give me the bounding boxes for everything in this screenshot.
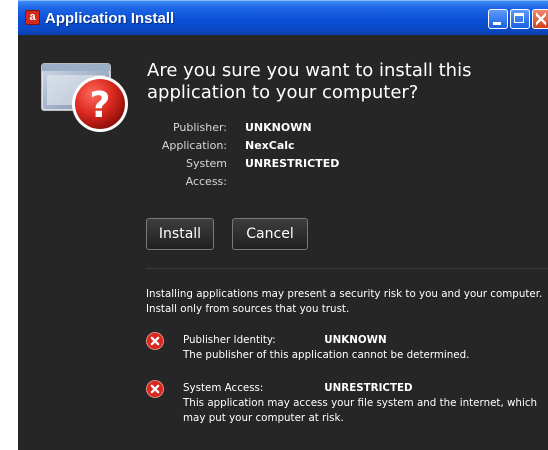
- risk-description: The publisher of this application cannot…: [183, 349, 470, 361]
- air-logo-icon: a: [25, 10, 40, 25]
- risk-label: System Access:: [183, 382, 264, 394]
- install-question-icon: ?: [41, 63, 128, 132]
- risk-heading: Publisher Identity: UNKNOWN: [183, 333, 387, 348]
- error-x-icon: [146, 380, 164, 398]
- detail-value: UNRESTRICTED: [245, 157, 340, 170]
- detail-label: Publisher:: [172, 121, 227, 134]
- maximize-button[interactable]: [510, 9, 530, 29]
- app-details: Publisher: UNKNOWN Application: NexCalc …: [143, 119, 340, 188]
- window-title: Application Install: [45, 10, 175, 27]
- detail-label: Application:: [161, 139, 227, 152]
- security-warning-text: Installing applications may present a se…: [146, 288, 543, 315]
- svg-text:?: ?: [90, 85, 111, 126]
- detail-value: UNKNOWN: [245, 121, 312, 134]
- minimize-button[interactable]: [488, 9, 508, 29]
- risk-value: UNRESTRICTED: [324, 382, 413, 394]
- detail-label: System Access:: [185, 157, 227, 188]
- risk-label: Publisher Identity:: [183, 334, 276, 346]
- divider: [146, 268, 548, 269]
- cancel-button[interactable]: Cancel: [232, 218, 308, 250]
- risk-value: UNKNOWN: [324, 334, 387, 346]
- close-button[interactable]: [532, 9, 548, 29]
- detail-row-publisher: Publisher: UNKNOWN: [143, 119, 339, 137]
- install-button[interactable]: Install: [146, 218, 214, 250]
- air-logo-letter: a: [29, 11, 36, 23]
- detail-row-system-access: System Access: UNRESTRICTED: [143, 155, 340, 188]
- title-bar[interactable]: a Application Install: [18, 0, 548, 35]
- detail-value: NexCalc: [245, 139, 295, 152]
- error-x-icon: [146, 332, 164, 350]
- risk-description: This application may access your file sy…: [183, 397, 538, 424]
- detail-row-application: Application: NexCalc: [143, 137, 339, 155]
- dialog-heading: Are you sure you want to install this ap…: [147, 60, 472, 103]
- install-dialog-window: a Application Install ? Are you sure you…: [18, 0, 548, 450]
- risk-heading: System Access: UNRESTRICTED: [183, 381, 413, 396]
